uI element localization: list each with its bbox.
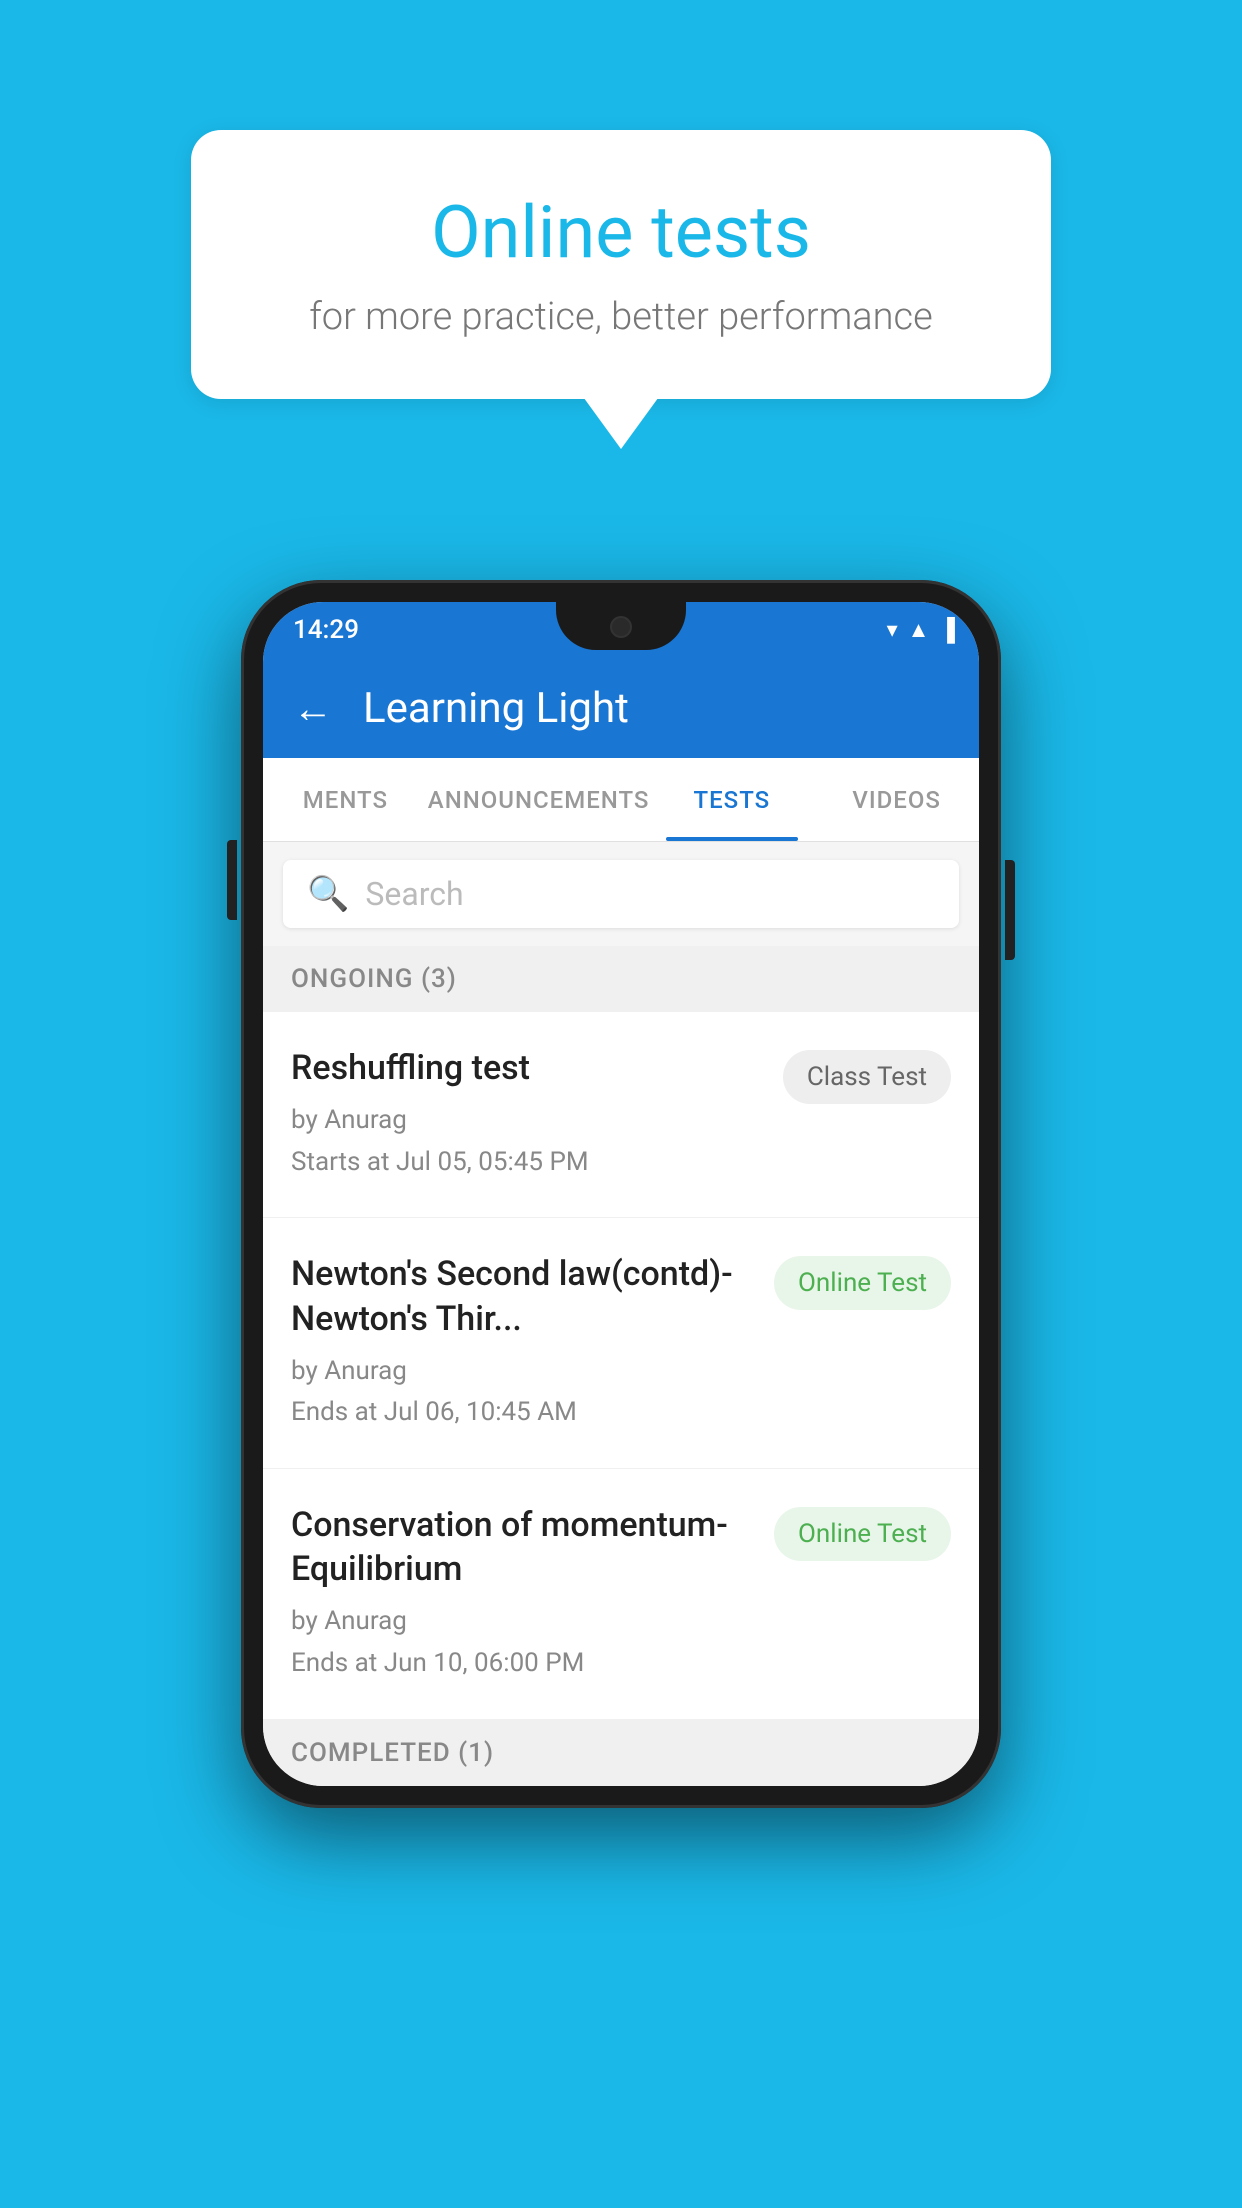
test-time-reshuffling: Starts at Jul 05, 05:45 PM [291,1142,763,1184]
bubble-subtitle: for more practice, better performance [271,295,971,339]
test-title-newtons: Newton's Second law(contd)-Newton's Thir… [291,1252,754,1340]
ongoing-header-text: ONGOING (3) [291,964,457,994]
test-by-conservation: by Anurag [291,1601,754,1643]
phone-wrapper: 14:29 ▾ ▲ ▐ ← Learning Light MENTS ANNOU… [241,580,1001,1808]
signal-icon: ▲ [908,617,930,643]
tab-ments[interactable]: MENTS [263,758,428,841]
notch [556,602,686,650]
ongoing-section-header: ONGOING (3) [263,946,979,1012]
speech-bubble: Online tests for more practice, better p… [191,130,1051,399]
test-by-reshuffling: by Anurag [291,1100,763,1142]
status-time: 14:29 [293,615,359,645]
test-item-newtons[interactable]: Newton's Second law(contd)-Newton's Thir… [263,1218,979,1469]
test-item-content-reshuffling: Reshuffling test by Anurag Starts at Jul… [291,1046,763,1183]
test-by-newtons: by Anurag [291,1351,754,1393]
test-item-content-conservation: Conservation of momentum-Equilibrium by … [291,1503,754,1685]
camera-dot [610,616,632,638]
back-button[interactable]: ← [293,685,333,732]
test-badge-newtons: Online Test [774,1256,951,1310]
test-title-reshuffling: Reshuffling test [291,1046,763,1090]
bubble-title: Online tests [271,190,971,275]
test-title-conservation: Conservation of momentum-Equilibrium [291,1503,754,1591]
test-time-newtons: Ends at Jul 06, 10:45 AM [291,1392,754,1434]
search-placeholder: Search [365,875,463,913]
status-icons: ▾ ▲ ▐ [887,617,955,643]
test-item-reshuffling[interactable]: Reshuffling test by Anurag Starts at Jul… [263,1012,979,1218]
test-item-conservation[interactable]: Conservation of momentum-Equilibrium by … [263,1469,979,1720]
speech-bubble-area: Online tests for more practice, better p… [191,130,1051,399]
completed-header-text: COMPLETED (1) [291,1738,494,1768]
search-input[interactable]: 🔍 Search [283,860,959,928]
app-bar: ← Learning Light [263,658,979,758]
tab-announcements[interactable]: ANNOUNCEMENTS [428,758,650,841]
completed-section-header: COMPLETED (1) [263,1720,979,1786]
wifi-icon: ▾ [887,618,898,643]
test-time-conservation: Ends at Jun 10, 06:00 PM [291,1643,754,1685]
tab-videos[interactable]: VIDEOS [814,758,979,841]
search-icon: 🔍 [307,874,349,914]
search-bar-container: 🔍 Search [263,842,979,946]
test-badge-reshuffling: Class Test [783,1050,951,1104]
test-item-content-newtons: Newton's Second law(contd)-Newton's Thir… [291,1252,754,1434]
app-bar-title: Learning Light [363,684,629,733]
tab-tests[interactable]: TESTS [649,758,814,841]
phone-frame: 14:29 ▾ ▲ ▐ ← Learning Light MENTS ANNOU… [241,580,1001,1808]
phone-screen: 14:29 ▾ ▲ ▐ ← Learning Light MENTS ANNOU… [263,602,979,1786]
battery-icon: ▐ [939,617,955,643]
tabs-bar: MENTS ANNOUNCEMENTS TESTS VIDEOS [263,758,979,842]
test-badge-conservation: Online Test [774,1507,951,1561]
